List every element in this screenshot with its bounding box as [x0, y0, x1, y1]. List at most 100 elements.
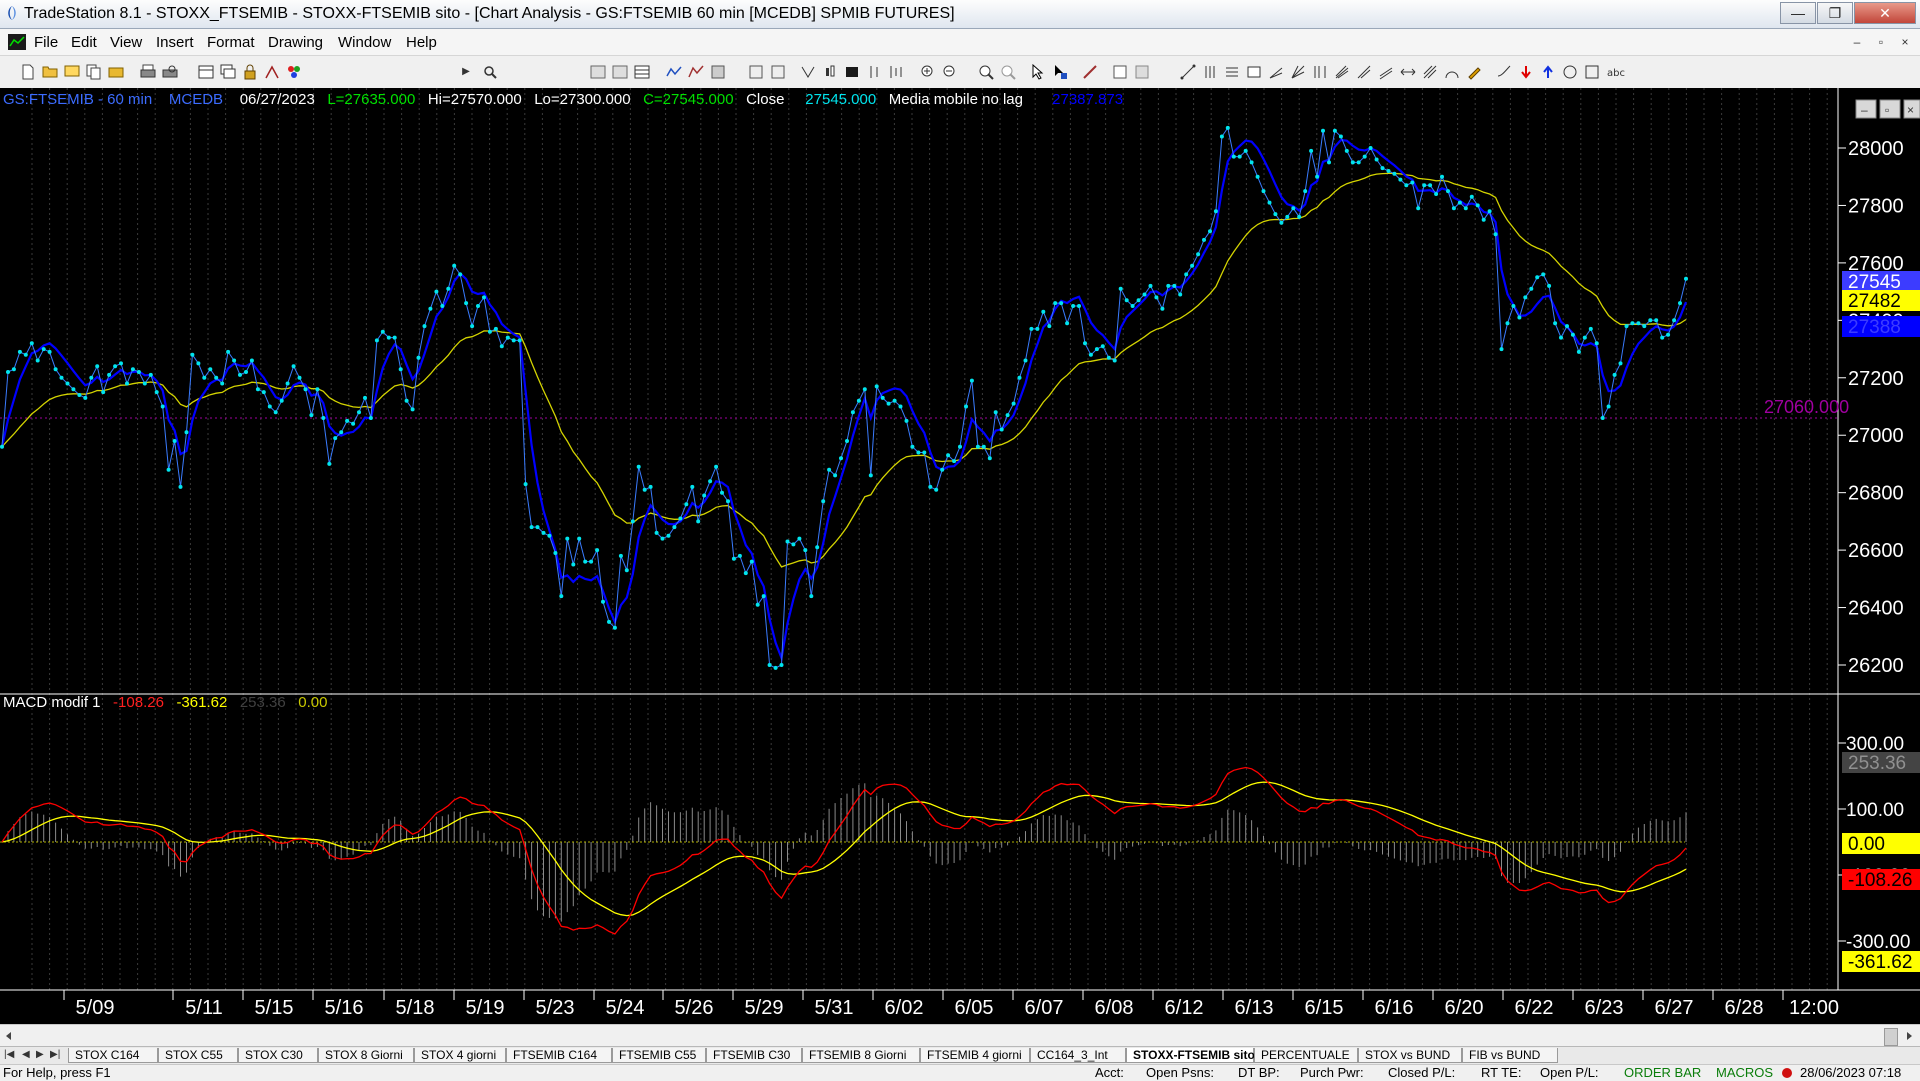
- tab-stox-4-giorni[interactable]: STOX 4 giorni: [414, 1048, 506, 1063]
- new-icon[interactable]: [20, 64, 36, 80]
- find-symbol-icon[interactable]: [482, 64, 498, 80]
- restore-button[interactable]: ❐: [1817, 2, 1853, 24]
- bar-style-icon[interactable]: [844, 64, 860, 80]
- strategy-icon[interactable]: [688, 64, 704, 80]
- line-on-close-icon[interactable]: [888, 64, 904, 80]
- hide-toolbars-icon[interactable]: [1112, 64, 1128, 80]
- show-me-icon[interactable]: [710, 64, 726, 80]
- fibonacci-fan-icon[interactable]: [1290, 64, 1306, 80]
- tab-stox-c30[interactable]: STOX C30: [238, 1048, 318, 1063]
- menu-drawing[interactable]: Drawing: [268, 34, 323, 51]
- status-order-bar[interactable]: ORDER BAR: [1624, 1065, 1701, 1081]
- copy-icon[interactable]: [86, 64, 102, 80]
- menu-help[interactable]: Help: [406, 34, 437, 51]
- text-box-icon[interactable]: [1246, 64, 1262, 80]
- tab-ftsemib-c164[interactable]: FTSEMIB C164: [506, 1048, 612, 1063]
- tab-stox-c55[interactable]: STOX C55: [158, 1048, 238, 1063]
- zoom-out-small-icon[interactable]: [1000, 64, 1016, 80]
- rectangle-icon[interactable]: [1584, 64, 1600, 80]
- scroll-right-icon[interactable]: [1902, 1029, 1916, 1043]
- menu-file[interactable]: File: [34, 34, 58, 51]
- regression-channel-icon[interactable]: [1378, 64, 1394, 80]
- gann-fan-icon[interactable]: [1356, 64, 1372, 80]
- tab-cc164-3-int[interactable]: CC164_3_Int: [1030, 1048, 1126, 1063]
- pointer-icon[interactable]: [1030, 63, 1046, 80]
- open-folder-icon[interactable]: [42, 64, 58, 80]
- indicator-icon[interactable]: [666, 64, 682, 80]
- tab-nav-prev-icon[interactable]: ◀: [22, 1049, 30, 1060]
- candlestick-icon[interactable]: [822, 64, 838, 80]
- print-icon[interactable]: [140, 64, 156, 80]
- tab-nav-last-icon[interactable]: ▶|: [50, 1049, 60, 1060]
- tab-nav-first-icon[interactable]: |◀: [4, 1049, 14, 1060]
- color-palette-icon[interactable]: [286, 64, 302, 80]
- parallel-lines-icon[interactable]: [1422, 64, 1438, 80]
- tab-ftsemib-8-giorni[interactable]: FTSEMIB 8 Giorni: [802, 1048, 920, 1063]
- text-tool-icon[interactable]: abc: [1606, 64, 1628, 80]
- arrow-up-icon[interactable]: [1540, 64, 1556, 80]
- window-cascade-icon[interactable]: [220, 64, 236, 80]
- options-icon[interactable]: [1134, 64, 1150, 80]
- horizontal-arrows-icon[interactable]: [1400, 64, 1416, 80]
- time-axis[interactable]: 5/09 5/11 5/15 5/16 5/18 5/19 5/23 5/24 5/26 5/29…: [63, 990, 1839, 1019]
- horizontal-scrollbar[interactable]: [0, 1024, 1920, 1047]
- window-list-icon[interactable]: [198, 64, 214, 80]
- mdi-restore-button[interactable]: ▫: [1870, 33, 1892, 51]
- tab-stoxx-ftsemib-sito[interactable]: STOXX-FTSEMIB sito: [1126, 1048, 1255, 1063]
- chart-svg[interactable]: 2800027800276002740027200270002680026600…: [0, 88, 1920, 1024]
- scroll-left-icon[interactable]: [2, 1029, 16, 1043]
- menu-edit[interactable]: Edit: [71, 34, 97, 51]
- mdi-minimize-button[interactable]: –: [1846, 33, 1868, 51]
- tab-nav-next-icon[interactable]: ▶: [36, 1049, 44, 1060]
- tab-ftsemib-c30[interactable]: FTSEMIB C30: [706, 1048, 802, 1063]
- bar-chart-style-icon[interactable]: [590, 64, 606, 80]
- status-macros[interactable]: MACROS: [1716, 1065, 1773, 1081]
- ellipse-icon[interactable]: [1562, 64, 1578, 80]
- minimize-button[interactable]: —: [1780, 2, 1816, 24]
- menu-view[interactable]: View: [110, 34, 142, 51]
- speed-resistance-icon[interactable]: [1268, 64, 1284, 80]
- tab-ftsemib-4-giorni[interactable]: FTSEMIB 4 giorni: [920, 1048, 1030, 1063]
- zoom-icon[interactable]: [978, 64, 994, 80]
- chart-area[interactable]: 2800027800276002740027200270002680026600…: [0, 88, 1920, 1024]
- tab-fib-vs-bund[interactable]: FIB vs BUND: [1462, 1048, 1558, 1063]
- chart-window-icon[interactable]: [8, 34, 26, 50]
- andrews-pitchfork-icon[interactable]: [1334, 64, 1350, 80]
- horizontal-line-icon[interactable]: [1224, 64, 1240, 80]
- ohlc-icon[interactable]: [866, 64, 882, 80]
- save-folder-icon[interactable]: [108, 64, 124, 80]
- pane-restore-button[interactable]: [1879, 99, 1901, 119]
- format-tools-icon[interactable]: [264, 64, 280, 80]
- close-button[interactable]: ✕: [1854, 2, 1916, 24]
- zoom-out-icon[interactable]: [942, 64, 958, 80]
- chart-pointer-icon[interactable]: [1052, 64, 1068, 80]
- vertical-line-icon[interactable]: [1202, 64, 1218, 80]
- tab-stox-vs-bund[interactable]: STOX vs BUND: [1358, 1048, 1462, 1063]
- menu-window[interactable]: Window: [338, 34, 391, 51]
- tab-ftsemib-c55[interactable]: FTSEMIB C55: [612, 1048, 706, 1063]
- zoom-in-icon[interactable]: [920, 64, 936, 80]
- pencil-icon[interactable]: [1466, 64, 1482, 80]
- tab-percentuale[interactable]: PERCENTUALE: [1254, 1048, 1358, 1063]
- play-icon[interactable]: ▶: [458, 64, 474, 80]
- menu-format[interactable]: Format: [207, 34, 255, 51]
- drawing-tools-icon[interactable]: [1082, 64, 1098, 80]
- arc-icon[interactable]: [1444, 64, 1460, 80]
- tradestation-app-icon[interactable]: [4, 5, 20, 21]
- drawing-object-icon[interactable]: [770, 64, 786, 80]
- insert-analysis-icon[interactable]: [748, 64, 764, 80]
- arrow-down-icon[interactable]: [1518, 64, 1534, 80]
- trendline-icon[interactable]: [1180, 64, 1196, 80]
- chart-style-icon[interactable]: [612, 64, 628, 80]
- tab-stox-8-giorni[interactable]: STOX 8 Giorni: [318, 1048, 414, 1063]
- format-symbol-icon[interactable]: [800, 64, 816, 80]
- lock-icon[interactable]: [242, 64, 258, 80]
- mdi-close-button[interactable]: ×: [1894, 33, 1916, 51]
- print-preview-icon[interactable]: [162, 64, 178, 80]
- open-workspace-icon[interactable]: [64, 64, 80, 80]
- tab-stox-c164[interactable]: STOX C164: [68, 1048, 158, 1063]
- freehand-icon[interactable]: [1496, 64, 1512, 80]
- scroll-thumb[interactable]: [1884, 1028, 1898, 1046]
- fibonacci-time-icon[interactable]: [1312, 64, 1328, 80]
- menu-insert[interactable]: Insert: [156, 34, 194, 51]
